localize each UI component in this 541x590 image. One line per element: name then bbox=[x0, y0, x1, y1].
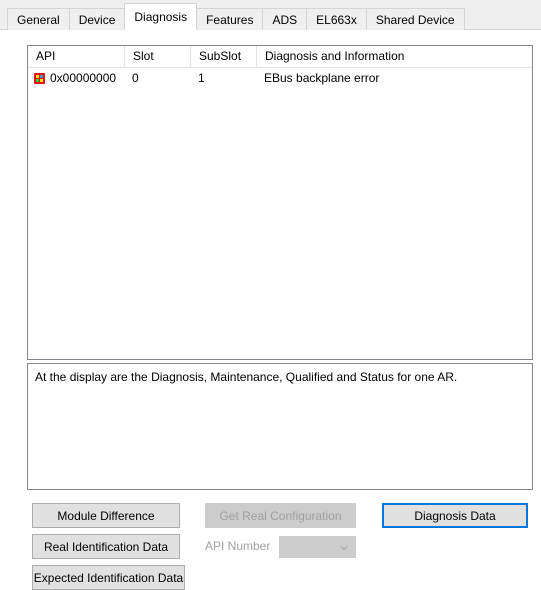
tab-list: General Device Diagnosis Features ADS EL… bbox=[7, 0, 465, 30]
real-identification-data-button[interactable]: Real Identification Data bbox=[32, 534, 180, 559]
cell-slot: 0 bbox=[132, 71, 139, 85]
chevron-down-icon bbox=[340, 546, 348, 551]
cell-subslot: 1 bbox=[198, 71, 205, 85]
tab-el663x[interactable]: EL663x bbox=[306, 8, 367, 30]
column-header-slot[interactable]: Slot bbox=[124, 46, 190, 67]
tab-shared-device[interactable]: Shared Device bbox=[365, 8, 465, 30]
description-textbox[interactable]: At the display are the Diagnosis, Mainte… bbox=[27, 363, 533, 490]
column-header-api[interactable]: API bbox=[28, 46, 124, 67]
cell-api-value: 0x00000000 bbox=[50, 71, 117, 85]
module-error-icon bbox=[34, 73, 45, 84]
tab-diagnosis[interactable]: Diagnosis bbox=[124, 3, 198, 30]
api-number-label: API Number bbox=[205, 539, 271, 553]
get-real-configuration-button: Get Real Configuration bbox=[205, 503, 356, 528]
tab-ads[interactable]: ADS bbox=[262, 8, 308, 30]
cell-diagnosis: EBus backplane error bbox=[264, 71, 380, 85]
tab-features[interactable]: Features bbox=[196, 8, 264, 30]
module-difference-button[interactable]: Module Difference bbox=[32, 503, 180, 528]
api-number-select bbox=[279, 536, 356, 558]
diagnosis-list-header: API Slot SubSlot Diagnosis and Informati… bbox=[28, 46, 532, 68]
diagnosis-list[interactable]: API Slot SubSlot Diagnosis and Informati… bbox=[27, 45, 533, 360]
tab-strip: General Device Diagnosis Features ADS EL… bbox=[0, 0, 541, 30]
tab-general[interactable]: General bbox=[7, 8, 70, 30]
expected-identification-data-button[interactable]: Expected Identification Data bbox=[32, 565, 185, 590]
column-header-subslot[interactable]: SubSlot bbox=[190, 46, 256, 67]
tab-device[interactable]: Device bbox=[68, 8, 126, 30]
column-header-diagnosis[interactable]: Diagnosis and Information bbox=[256, 46, 532, 67]
table-row[interactable]: 0x00000000 0 1 EBus backplane error bbox=[28, 68, 532, 89]
diagnosis-panel: API Slot SubSlot Diagnosis and Informati… bbox=[0, 30, 541, 590]
diagnosis-data-button[interactable]: Diagnosis Data bbox=[382, 503, 528, 528]
cell-api: 0x00000000 bbox=[28, 68, 124, 89]
